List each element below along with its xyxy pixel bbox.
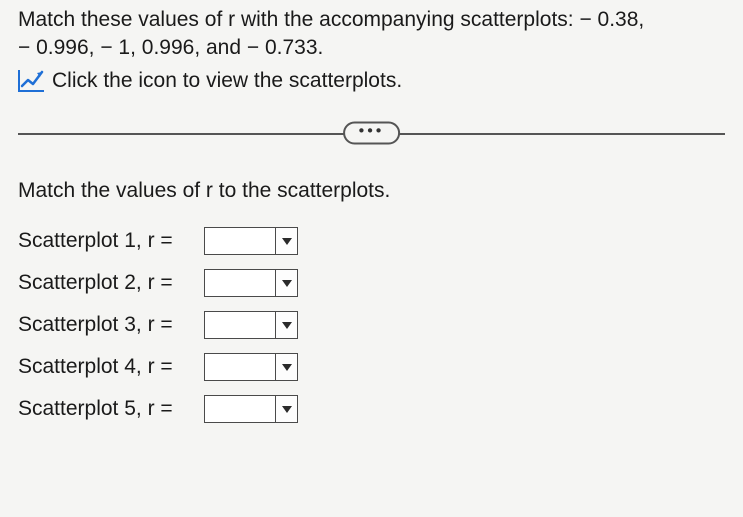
- scatterplot-list: Scatterplot 1, r = Scatterplot 2, r = Sc…: [18, 227, 725, 423]
- select-value: [205, 396, 275, 422]
- ellipsis-button[interactable]: •••: [343, 121, 401, 144]
- scatterplot-row-5: Scatterplot 5, r =: [18, 395, 725, 423]
- scatterplot-label: Scatterplot 3, r =: [18, 313, 198, 337]
- scatterplot-select-4[interactable]: [204, 353, 298, 381]
- question-line-1: Match these values of r with the accompa…: [18, 8, 644, 31]
- chevron-down-icon: [275, 270, 297, 296]
- question-line-2: − 0.996, − 1, 0.996, and − 0.733.: [18, 36, 323, 59]
- select-value: [205, 354, 275, 380]
- chevron-down-icon: [275, 228, 297, 254]
- view-scatterplots-row: Click the icon to view the scatterplots.: [18, 69, 725, 93]
- scatterplot-select-3[interactable]: [204, 311, 298, 339]
- question-text: Match these values of r with the accompa…: [18, 6, 725, 63]
- scatterplot-label: Scatterplot 2, r =: [18, 271, 198, 295]
- scatterplot-select-2[interactable]: [204, 269, 298, 297]
- ellipsis-icon: •••: [359, 122, 385, 139]
- scatterplot-select-1[interactable]: [204, 227, 298, 255]
- chevron-down-icon: [275, 312, 297, 338]
- scatterplot-row-1: Scatterplot 1, r =: [18, 227, 725, 255]
- divider-wrap: •••: [18, 121, 725, 145]
- scatterplot-row-2: Scatterplot 2, r =: [18, 269, 725, 297]
- scatterplot-row-3: Scatterplot 3, r =: [18, 311, 725, 339]
- view-scatterplots-text: Click the icon to view the scatterplots.: [52, 69, 402, 93]
- select-value: [205, 270, 275, 296]
- scatterplot-label: Scatterplot 1, r =: [18, 229, 198, 253]
- chevron-down-icon: [275, 396, 297, 422]
- instruction-text: Match the values of r to the scatterplot…: [18, 179, 725, 203]
- select-value: [205, 312, 275, 338]
- select-value: [205, 228, 275, 254]
- chart-icon[interactable]: [18, 70, 44, 92]
- scatterplot-label: Scatterplot 5, r =: [18, 397, 198, 421]
- scatterplot-select-5[interactable]: [204, 395, 298, 423]
- scatterplot-row-4: Scatterplot 4, r =: [18, 353, 725, 381]
- scatterplot-label: Scatterplot 4, r =: [18, 355, 198, 379]
- chevron-down-icon: [275, 354, 297, 380]
